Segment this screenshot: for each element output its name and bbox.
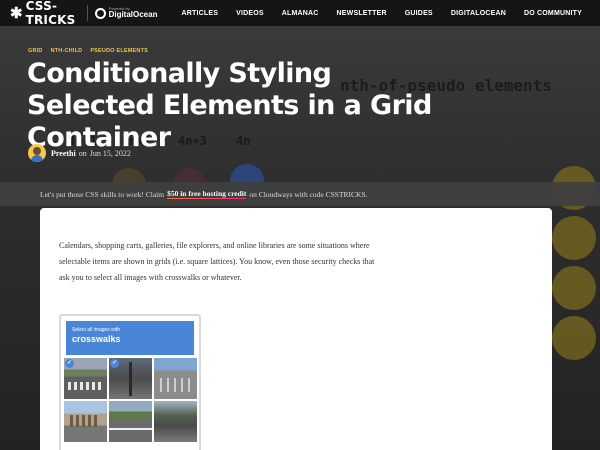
avatar-face [33,147,41,155]
digitalocean-icon [94,7,106,19]
background-circle [552,266,596,310]
article-body-card: Calendars, shopping carts, galleries, fi… [40,208,552,450]
promo-banner: Let's put those CSS skills to work! Clai… [0,182,600,206]
tag-pseudo-elements[interactable]: PSEUDO ELEMENTS [90,48,148,54]
captcha-tile [64,401,107,442]
nav-item-newsletter[interactable]: NEWSLETTER [337,10,387,17]
logo-text: CSS-TRICKS [25,0,76,27]
author-name[interactable]: Preethi [51,149,76,158]
date-prefix: on [78,148,87,158]
captcha-figure: Select all images with crosswalks ✓ ✓ [59,314,201,450]
nav-item-articles[interactable]: ARTICLES [181,10,218,17]
captcha-tile [154,358,197,399]
checkmark-icon: ✓ [110,359,119,368]
digitalocean-brand: DigitalOcean [108,10,158,19]
tag-nth-child[interactable]: NTH-CHILD [51,48,83,54]
article-intro-paragraph: Calendars, shopping carts, galleries, fi… [59,241,375,282]
publish-date: Jun 15, 2022 [89,148,131,158]
top-navigation-bar: ✱ CSS-TRICKS Powered by DigitalOcean ART… [0,0,600,27]
avatar[interactable] [28,144,46,162]
nav-item-almanac[interactable]: ALMANAC [282,10,319,17]
promo-text-before: Let's put those CSS skills to work! Clai… [40,189,165,199]
background-circle [552,316,596,360]
captcha-tile: ✓ [64,358,107,399]
tag-grid[interactable]: GRID [28,48,43,54]
background-circle [552,216,596,260]
nav-item-digitalocean[interactable]: DIGITALOCEAN [451,10,506,17]
article-title: Conditionally Styling Selected Elements … [27,58,432,153]
captcha-tile-grid: ✓ ✓ [64,358,198,442]
captcha-tile [154,401,197,442]
captcha-header: Select all images with crosswalks [66,321,194,355]
nav-item-videos[interactable]: VIDEOS [236,10,264,17]
checkmark-icon: ✓ [65,359,74,368]
article-tags: GRID NTH-CHILD PSEUDO ELEMENTS [28,48,156,54]
promo-text-after: on Cloudways with code CSSTRICKS. [249,189,368,199]
captcha-tile [109,401,152,442]
powered-by-digitalocean[interactable]: Powered by DigitalOcean [86,5,158,21]
promo-link[interactable]: $50 in free hosting credit [167,189,247,199]
nav-item-guides[interactable]: GUIDES [405,10,433,17]
star-icon: ✱ [10,4,23,22]
article-byline: Preethi on Jun 15, 2022 [28,144,131,162]
captcha-tile: ✓ [109,358,152,399]
site-logo[interactable]: ✱ CSS-TRICKS [10,0,77,27]
avatar-body [31,155,43,162]
nav-item-do-community[interactable]: DO COMMUNITY [524,10,582,17]
captcha-keyword: crosswalks [72,334,121,344]
main-nav: ARTICLES VIDEOS ALMANAC NEWSLETTER GUIDE… [181,10,600,17]
